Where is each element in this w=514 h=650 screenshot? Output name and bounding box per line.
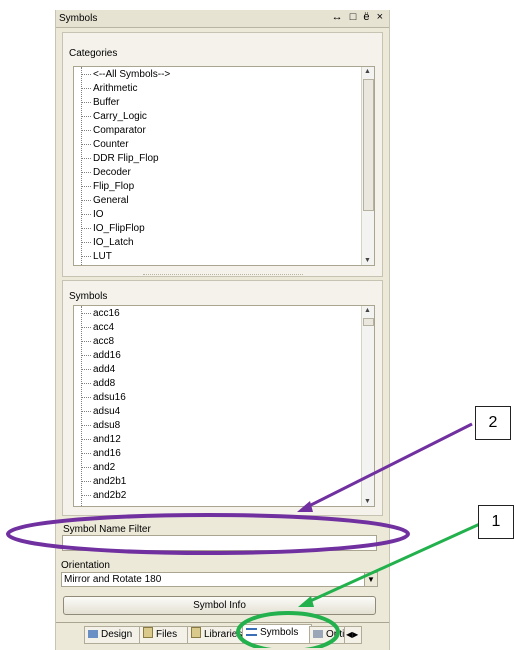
green-arrow-line [307,521,483,604]
green-highlight-ellipse [236,611,340,648]
annotation-layer [6,422,483,648]
green-arrow-head [298,596,314,607]
callout-1: 1 [478,505,514,539]
callout-2: 2 [475,406,511,440]
purple-arrow-line [304,422,473,510]
purple-highlight-ellipse [6,513,410,555]
purple-arrow-head [297,501,313,512]
